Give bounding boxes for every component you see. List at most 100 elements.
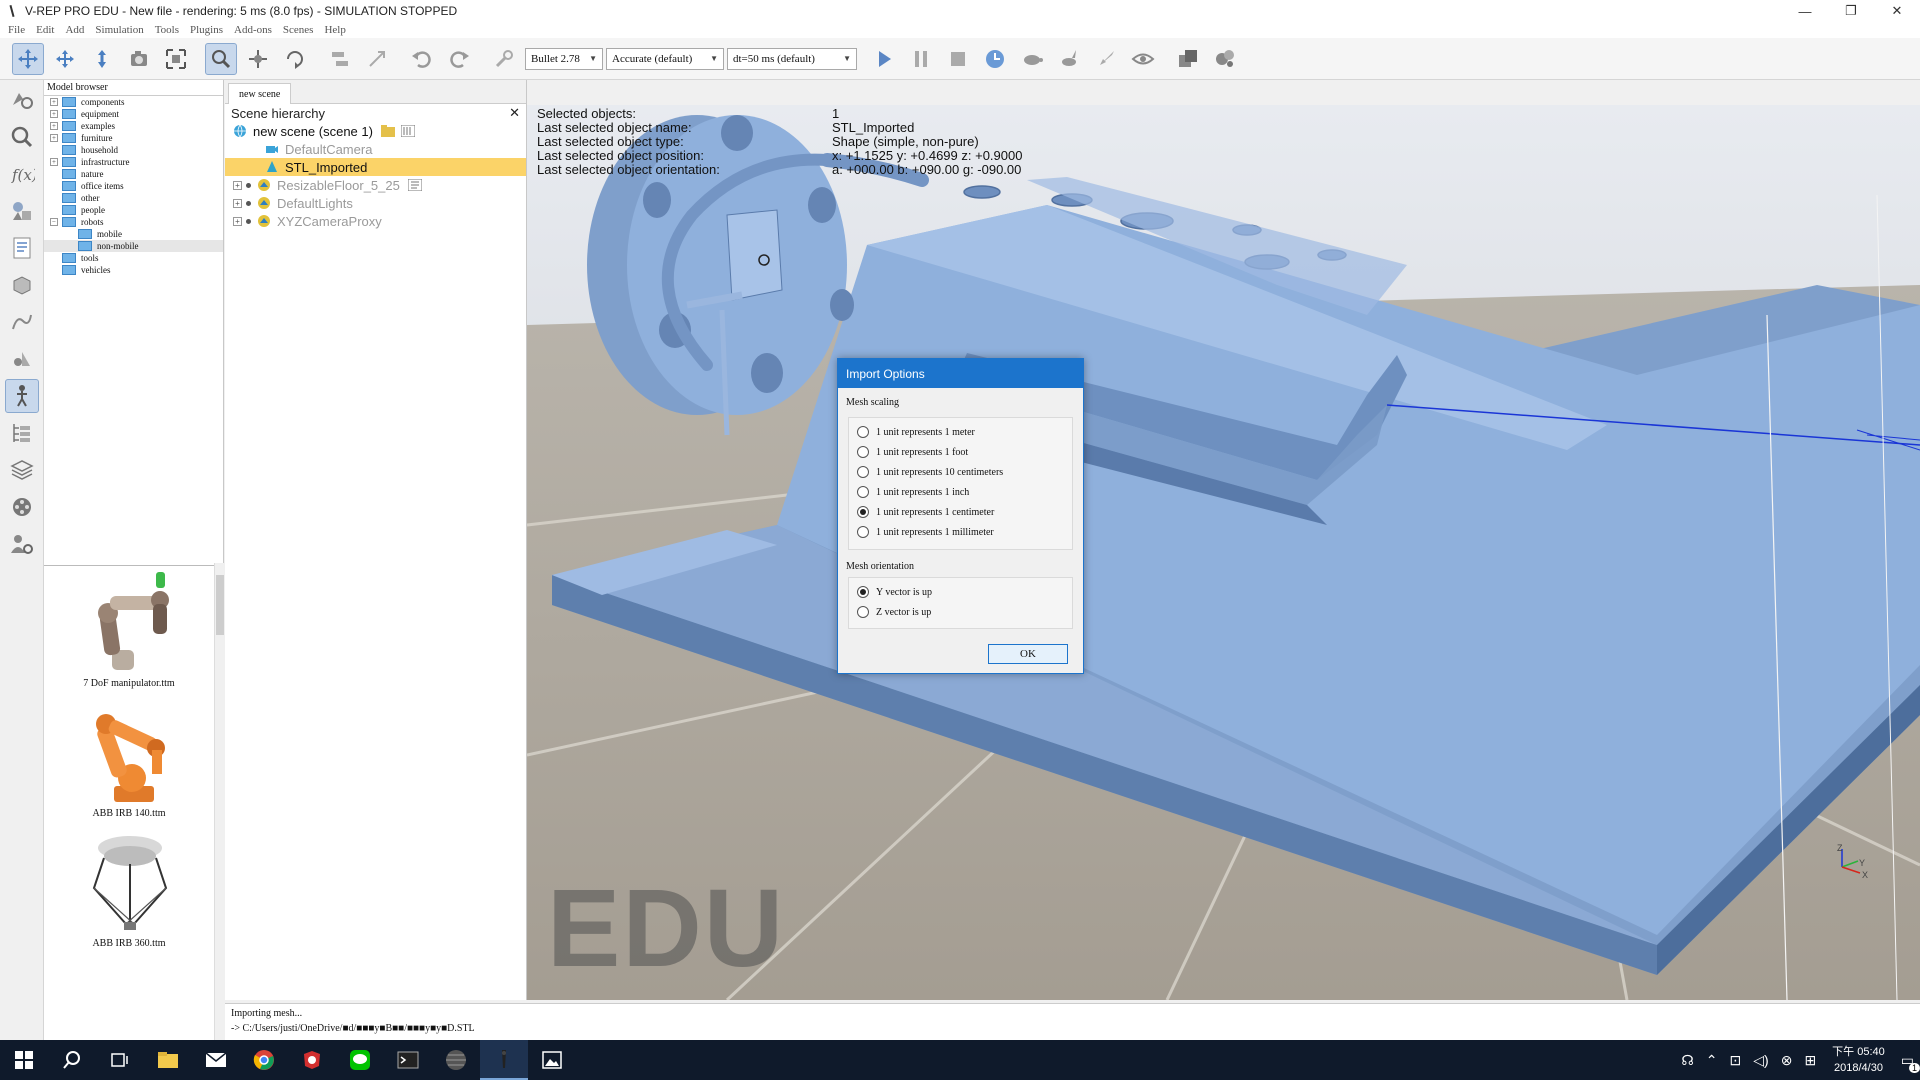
camera-pan-button[interactable] — [12, 42, 44, 75]
scaling-option-10cm[interactable]: 1 unit represents 10 centimeters — [849, 462, 1072, 482]
expand-icon[interactable]: + — [50, 158, 58, 166]
radio-button[interactable] — [857, 426, 869, 438]
garena-button[interactable] — [288, 1040, 336, 1080]
radio-button-selected[interactable] — [857, 506, 869, 518]
tab-new-scene[interactable]: new scene — [228, 83, 292, 104]
scaling-option-meter[interactable]: 1 unit represents 1 meter — [849, 422, 1072, 442]
layers-button[interactable] — [5, 453, 39, 487]
model-tree-item[interactable]: + equipment — [44, 108, 223, 120]
line-button[interactable] — [336, 1040, 384, 1080]
model-thumbnail[interactable]: 7 DoF manipulator.ttm — [44, 568, 214, 689]
model-tree-item[interactable]: non-mobile — [44, 240, 223, 252]
model-tree-item[interactable]: vehicles — [44, 264, 223, 276]
vrep-taskbar-button[interactable] — [480, 1040, 528, 1080]
photos-button[interactable] — [528, 1040, 576, 1080]
threaded-rendering-button[interactable] — [1090, 43, 1122, 75]
menu-plugins[interactable]: Plugins — [190, 24, 223, 36]
user-settings-button[interactable] — [5, 527, 39, 561]
scrollbar-thumb[interactable] — [216, 575, 224, 635]
radio-button[interactable] — [857, 606, 869, 618]
menu-edit[interactable]: Edit — [36, 24, 54, 36]
scaling-option-millimeter[interactable]: 1 unit represents 1 millimeter — [849, 522, 1072, 542]
expand-icon[interactable]: + — [233, 180, 242, 190]
collapse-icon[interactable]: − — [50, 218, 58, 226]
file-explorer-button[interactable] — [144, 1040, 192, 1080]
redo-button[interactable] — [443, 43, 475, 75]
scene-item-floor[interactable]: + ResizableFloor_5_25 — [225, 176, 526, 194]
scaling-option-inch[interactable]: 1 unit represents 1 inch — [849, 482, 1072, 502]
model-thumbnail[interactable]: ABB IRB 360.ttm — [44, 828, 214, 949]
terminal-button[interactable] — [384, 1040, 432, 1080]
start-button[interactable] — [0, 1040, 48, 1080]
tray-app-icon[interactable]: ⊗ — [1781, 1052, 1793, 1069]
model-tree-item[interactable]: + infrastructure — [44, 156, 223, 168]
timestep-select[interactable]: dt=50 ms (default) ▼ — [727, 47, 857, 70]
path-edit-button[interactable] — [5, 305, 39, 339]
camera-rotate-button[interactable] — [49, 43, 81, 75]
scene-item-camera-proxy[interactable]: + XYZCameraProxy — [225, 212, 526, 230]
model-tree-item[interactable]: + examples — [44, 120, 223, 132]
stop-simulation-button[interactable] — [942, 43, 974, 75]
model-tree-item[interactable]: people — [44, 204, 223, 216]
people-icon[interactable]: ☊ — [1681, 1052, 1693, 1069]
menu-add[interactable]: Add — [65, 24, 84, 36]
model-browser-toggle[interactable] — [5, 379, 39, 413]
transfer-dna-button[interactable] — [361, 43, 393, 75]
menu-file[interactable]: File — [8, 24, 25, 36]
page-selector-button[interactable] — [1172, 43, 1204, 75]
scaling-option-foot[interactable]: 1 unit represents 1 foot — [849, 442, 1072, 462]
menu-scenes[interactable]: Scenes — [283, 24, 314, 36]
radio-button-selected[interactable] — [857, 586, 869, 598]
volume-icon[interactable]: ◁) — [1753, 1052, 1768, 1069]
expand-icon[interactable]: + — [50, 98, 58, 106]
fit-to-view-button[interactable] — [160, 43, 192, 75]
assemble-button[interactable] — [324, 43, 356, 75]
scene-hierarchy-toggle[interactable] — [5, 416, 39, 450]
restore-button[interactable]: ❐ — [1828, 0, 1874, 22]
menu-addons[interactable]: Add-ons — [234, 24, 272, 36]
mail-button[interactable] — [192, 1040, 240, 1080]
model-tree-item[interactable]: nature — [44, 168, 223, 180]
undo-button[interactable] — [406, 43, 438, 75]
model-tree-item[interactable]: + furniture — [44, 132, 223, 144]
model-tree-item[interactable]: other — [44, 192, 223, 204]
scene-root[interactable]: new scene (scene 1) — [225, 122, 526, 140]
model-tree-item[interactable]: office items — [44, 180, 223, 192]
expand-icon[interactable]: + — [233, 198, 242, 208]
scene-item-lights[interactable]: + DefaultLights — [225, 194, 526, 212]
input-method-icon[interactable]: ⊞ — [1804, 1052, 1816, 1069]
object-properties-button[interactable] — [5, 120, 39, 154]
clock[interactable]: 下午 05:40 2018/4/30 — [1832, 1044, 1885, 1076]
slow-down-button[interactable] — [1016, 43, 1048, 75]
selection-button[interactable] — [5, 342, 39, 376]
scene-selector-button[interactable] — [1209, 43, 1241, 75]
start-simulation-button[interactable] — [868, 43, 900, 75]
model-tree-item[interactable]: − robots — [44, 216, 223, 228]
scene-viewport[interactable]: Z Y X Selected objects: 1 Last selected o… — [527, 105, 1920, 1000]
accuracy-select[interactable]: Accurate (default) ▼ — [606, 47, 724, 70]
real-time-button[interactable] — [979, 43, 1011, 75]
video-recorder-button[interactable] — [5, 490, 39, 524]
scene-item-stl-imported[interactable]: STL_Imported — [225, 158, 526, 176]
orientation-option-y-up[interactable]: Y vector is up — [849, 582, 1072, 602]
expand-icon[interactable]: + — [50, 134, 58, 142]
pause-simulation-button[interactable] — [905, 43, 937, 75]
ok-button[interactable]: OK — [988, 644, 1068, 664]
search-button[interactable] — [48, 1040, 96, 1080]
menu-tools[interactable]: Tools — [155, 24, 179, 36]
model-tree-item[interactable]: + components — [44, 96, 223, 108]
model-tree-item[interactable]: household — [44, 144, 223, 156]
task-view-button[interactable] — [96, 1040, 144, 1080]
camera-zoom-button[interactable] — [123, 43, 155, 75]
radio-button[interactable] — [857, 466, 869, 478]
expand-icon[interactable]: + — [50, 110, 58, 118]
radio-button[interactable] — [857, 486, 869, 498]
expand-icon[interactable]: + — [50, 122, 58, 130]
model-tree-item[interactable]: mobile — [44, 228, 223, 240]
shape-edit-button[interactable] — [5, 268, 39, 302]
sphere-app-button[interactable] — [432, 1040, 480, 1080]
model-thumbnail[interactable]: ABB IRB 140.ttm — [44, 698, 214, 819]
click-select-button[interactable] — [205, 42, 237, 75]
calculation-modules-button[interactable]: f(x) — [5, 157, 39, 191]
close-button[interactable]: ✕ — [1874, 0, 1920, 22]
